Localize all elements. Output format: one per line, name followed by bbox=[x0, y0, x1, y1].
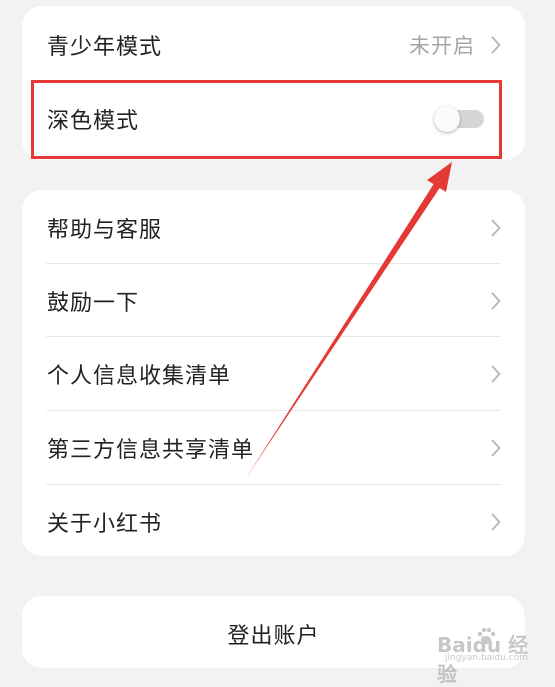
third-party-sharing-label: 第三方信息共享清单 bbox=[47, 438, 255, 463]
chevron-right-icon bbox=[491, 513, 501, 531]
settings-card-1: 青少年模式 未开启 深色模式 bbox=[22, 6, 525, 160]
teen-mode-status: 未开启 bbox=[409, 34, 475, 58]
logout-label: 登出账户 bbox=[227, 624, 320, 649]
help-label: 帮助与客服 bbox=[47, 218, 163, 243]
encourage-label: 鼓励一下 bbox=[47, 291, 140, 316]
logout-button[interactable]: 登出账户 bbox=[22, 596, 525, 668]
about-label: 关于小红书 bbox=[47, 512, 163, 537]
chevron-right-icon bbox=[491, 365, 501, 383]
help-row[interactable]: 帮助与客服 bbox=[22, 191, 525, 265]
chevron-right-icon bbox=[491, 439, 501, 457]
teen-mode-label: 青少年模式 bbox=[47, 35, 163, 60]
dark-mode-row: 深色模式 bbox=[22, 82, 525, 156]
personal-info-list-row[interactable]: 个人信息收集清单 bbox=[22, 337, 525, 411]
settings-card-2: 帮助与客服 鼓励一下 个人信息收集清单 第三方信息共享清单 关于小红书 bbox=[22, 190, 525, 556]
dark-mode-toggle[interactable] bbox=[434, 106, 484, 132]
personal-info-list-label: 个人信息收集清单 bbox=[47, 364, 232, 389]
chevron-right-icon bbox=[491, 292, 501, 310]
chevron-right-icon bbox=[491, 36, 501, 54]
toggle-knob bbox=[434, 106, 460, 132]
third-party-sharing-row[interactable]: 第三方信息共享清单 bbox=[22, 411, 525, 485]
teen-mode-row[interactable]: 青少年模式 未开启 bbox=[22, 8, 525, 82]
chevron-right-icon bbox=[491, 219, 501, 237]
about-row[interactable]: 关于小红书 bbox=[22, 485, 525, 559]
dark-mode-label: 深色模式 bbox=[47, 109, 140, 134]
encourage-row[interactable]: 鼓励一下 bbox=[22, 264, 525, 338]
